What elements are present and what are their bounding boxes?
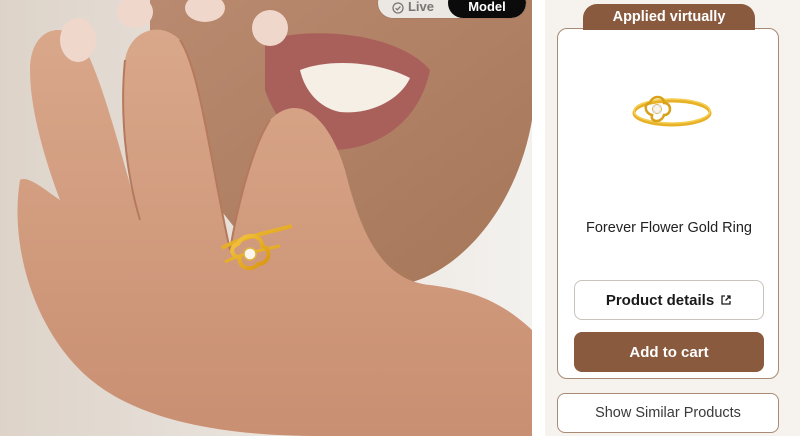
applied-virtually-tab: Applied virtually bbox=[583, 4, 755, 30]
view-mode-toggle: Live Model bbox=[378, 0, 526, 18]
check-circle-icon bbox=[392, 2, 404, 14]
hand-with-ring-image bbox=[0, 0, 532, 436]
add-to-cart-button[interactable]: Add to cart bbox=[574, 332, 764, 372]
live-mode-label: Live bbox=[407, 0, 434, 14]
external-link-icon bbox=[721, 295, 731, 305]
virtual-try-on-view: Live Model Applied virtually Forever Flo… bbox=[0, 0, 800, 436]
product-details-button[interactable]: Product details bbox=[574, 280, 764, 320]
model-mode-option[interactable]: Model bbox=[448, 0, 526, 18]
product-name: Forever Flower Gold Ring bbox=[586, 220, 752, 236]
product-card: Forever Flower Gold Ring Product details… bbox=[557, 28, 779, 379]
model-photo: Live Model bbox=[0, 0, 532, 436]
add-to-cart-label: Add to cart bbox=[629, 343, 709, 361]
applied-virtually-label: Applied virtually bbox=[612, 9, 726, 25]
show-similar-products-button[interactable]: Show Similar Products bbox=[557, 393, 779, 433]
model-mode-label: Model bbox=[468, 0, 506, 14]
show-similar-products-label: Show Similar Products bbox=[595, 405, 741, 421]
product-details-label: Product details bbox=[605, 291, 715, 309]
live-mode-option[interactable]: Live bbox=[378, 0, 448, 18]
product-image bbox=[620, 61, 720, 161]
